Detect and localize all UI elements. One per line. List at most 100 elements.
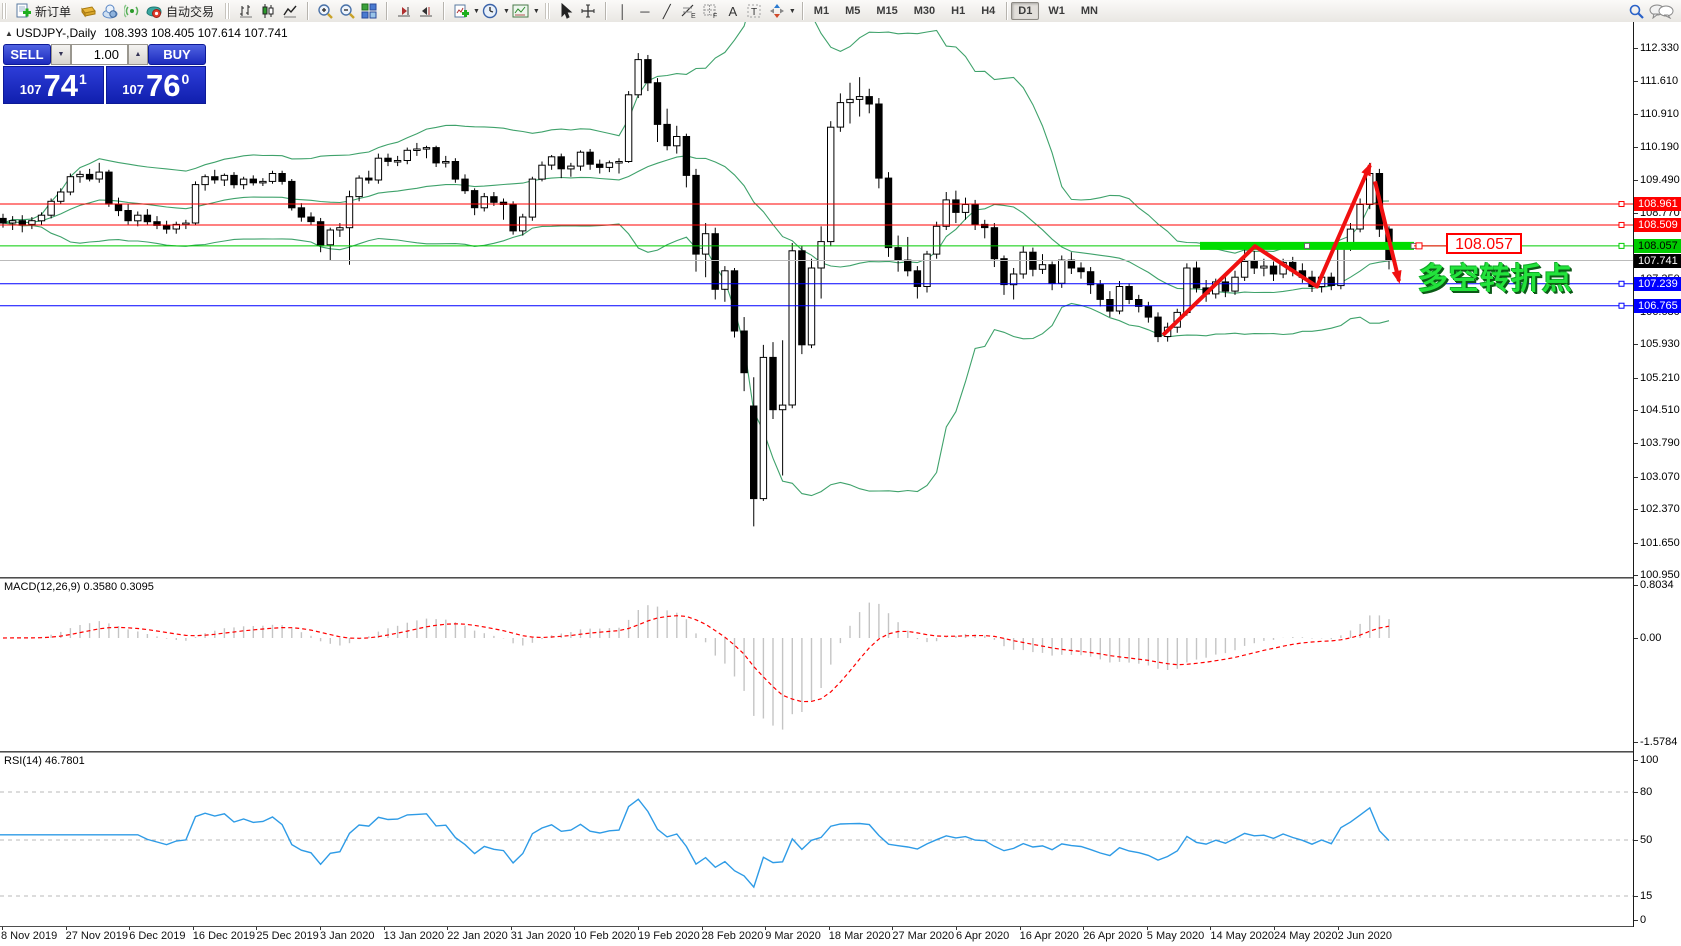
volume-input[interactable]: 1.00 [71, 44, 128, 65]
fibonacci-tool-icon[interactable]: E [678, 1, 700, 21]
panel-separator[interactable] [0, 577, 1681, 579]
macd-label: MACD(12,26,9) 0.3580 0.3095 [4, 581, 154, 593]
axis-tick [1634, 147, 1638, 148]
zoom-in-icon[interactable] [314, 1, 336, 21]
price-flag-label[interactable]: 108.057 [1446, 233, 1522, 254]
auto-scroll-icon[interactable] [393, 1, 415, 21]
toolbar-grip[interactable] [545, 3, 550, 19]
buy-button[interactable]: BUY [148, 44, 206, 65]
toolbar-grip[interactable] [225, 3, 230, 19]
autotrade-icon[interactable] [143, 1, 165, 21]
market-watch-icon[interactable] [77, 1, 99, 21]
timeframe-button-H4[interactable]: H4 [974, 2, 1002, 20]
templates-dropdown-icon[interactable]: ▼ [533, 8, 540, 15]
new-order-icon[interactable] [12, 1, 34, 21]
buy-price-prefix: 107 [122, 82, 144, 97]
axis-tick [1634, 180, 1638, 181]
panel-separator[interactable] [0, 751, 1681, 753]
indicators-icon[interactable] [450, 1, 472, 21]
svg-text:T: T [751, 7, 757, 18]
volume-increase-button[interactable]: ▲ [128, 44, 148, 65]
candlestick-chart-icon[interactable] [257, 1, 279, 21]
trendline-tool-icon[interactable]: ╱ [656, 1, 678, 21]
autotrade-button[interactable]: 自动交易 [166, 3, 214, 20]
timeframe-button-W1[interactable]: W1 [1041, 2, 1072, 20]
line-chart-icon[interactable] [279, 1, 301, 21]
axis-tick [1634, 81, 1638, 82]
date-label: 24 May 2020 [1274, 930, 1338, 942]
rsi-panel-canvas[interactable] [0, 753, 1633, 926]
tile-windows-icon[interactable] [358, 1, 380, 21]
rsi-tick-label: 80 [1640, 786, 1652, 798]
macd-tick-label: -1.5784 [1640, 736, 1677, 748]
signal-icon[interactable] [121, 1, 143, 21]
text-tool-icon[interactable]: A [722, 1, 744, 21]
macd-panel-canvas[interactable] [0, 579, 1633, 751]
price-axis: 112.330111.610110.910110.190109.490108.7… [1634, 22, 1681, 927]
search-icon[interactable] [1625, 1, 1647, 21]
price-tick-label: 102.370 [1640, 503, 1680, 515]
volume-decrease-button[interactable]: ▼ [51, 44, 71, 65]
date-label: 22 Jan 2020 [447, 930, 508, 942]
price-level-tag: 107.239 [1634, 277, 1681, 291]
ohlc-values: 108.393 108.405 107.614 107.741 [104, 26, 288, 40]
vertical-line-tool-icon[interactable]: │ [612, 1, 634, 21]
collapse-triangle-icon[interactable]: ▲ [5, 29, 13, 38]
date-label: 6 Apr 2020 [956, 930, 1009, 942]
toolbar-grip[interactable] [2, 3, 7, 19]
timeframe-bar: M1M5M15M30H1H4 D1W1MN [806, 2, 1106, 20]
rsi-tick-label: 0 [1640, 914, 1646, 926]
date-label: 19 Feb 2020 [638, 930, 700, 942]
price-level-tag: 106.765 [1634, 299, 1681, 313]
crosshair-icon[interactable] [577, 1, 599, 21]
axis-tick [1634, 509, 1638, 510]
sell-price-prefix: 107 [20, 82, 42, 97]
timeframe-button-M1[interactable]: M1 [807, 2, 836, 20]
periods-dropdown-icon[interactable]: ▼ [503, 8, 510, 15]
arrows-tool-icon[interactable] [766, 1, 788, 21]
axis-tick [1634, 48, 1638, 49]
main-chart-canvas[interactable] [0, 22, 1633, 577]
timeframe-button-M15[interactable]: M15 [869, 2, 904, 20]
rsi-tick-label: 50 [1640, 834, 1652, 846]
cursor-icon[interactable] [555, 1, 577, 21]
timeframe-button-H1[interactable]: H1 [944, 2, 972, 20]
zoom-out-icon[interactable] [336, 1, 358, 21]
indicators-dropdown-icon[interactable]: ▼ [473, 8, 480, 15]
timeframe-button-M5[interactable]: M5 [838, 2, 867, 20]
sell-price-button[interactable]: 107741 [3, 66, 104, 104]
date-label: 5 May 2020 [1147, 930, 1204, 942]
timeframe-button-D1[interactable]: D1 [1011, 2, 1039, 20]
axis-tick [1634, 378, 1638, 379]
profile-icon[interactable] [99, 1, 121, 21]
date-label: 14 May 2020 [1210, 930, 1274, 942]
date-label: 9 Mar 2020 [765, 930, 821, 942]
arrows-dropdown-icon[interactable]: ▼ [789, 8, 796, 15]
price-level-tag: 108.509 [1634, 218, 1681, 232]
date-label: 28 Feb 2020 [702, 930, 764, 942]
timeframe-button-MN[interactable]: MN [1074, 2, 1105, 20]
sell-button[interactable]: SELL [3, 44, 51, 65]
axis-tick [1634, 410, 1638, 411]
text-label-tool-icon[interactable]: T [744, 1, 766, 21]
periods-icon[interactable] [480, 1, 502, 21]
axis-tick [1634, 760, 1638, 761]
price-level-tag: 108.961 [1634, 197, 1681, 211]
sell-price-sup: 1 [79, 71, 87, 87]
turning-point-annotation: 多空转折点 [1418, 254, 1573, 298]
date-label: 8 Nov 2019 [1, 930, 57, 942]
bar-chart-icon[interactable] [235, 1, 257, 21]
grid-tool-icon[interactable]: F [700, 1, 722, 21]
horizontal-line-tool-icon[interactable]: ─ [634, 1, 656, 21]
timeframe-button-M30[interactable]: M30 [907, 2, 942, 20]
chart-window[interactable] [0, 22, 1633, 926]
buy-price-button[interactable]: 107760 [106, 66, 207, 104]
chat-icon[interactable] [1647, 1, 1675, 21]
date-label: 27 Nov 2019 [66, 930, 128, 942]
date-label: 10 Feb 2020 [574, 930, 636, 942]
templates-icon[interactable] [510, 1, 532, 21]
new-order-button[interactable]: 新订单 [35, 3, 71, 20]
chart-shift-icon[interactable] [415, 1, 437, 21]
date-label: 31 Jan 2020 [511, 930, 572, 942]
price-tick-label: 104.510 [1640, 404, 1680, 416]
